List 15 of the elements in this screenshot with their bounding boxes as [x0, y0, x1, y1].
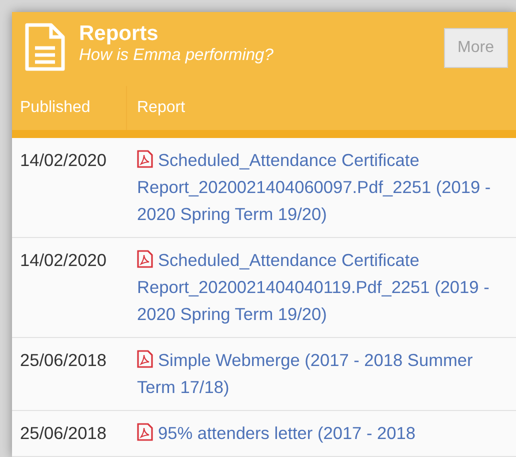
pdf-file-icon [137, 350, 153, 368]
report-link[interactable]: Scheduled_Attendance Certificate Report_2020021404040119.Pdf_2251 (2019 - 2020 Spring Term 19/20) [137, 247, 504, 328]
report-link[interactable]: 95% attenders letter (2017 - 2018 [137, 420, 416, 447]
pdf-file-icon [137, 150, 153, 168]
published-date: 14/02/2020 [19, 249, 108, 272]
panel-subtitle: How is Emma performing? [79, 46, 274, 66]
report-link[interactable]: Scheduled_Attendance Certificate Report_2020021404060097.Pdf_2251 (2019 - 2020 Spring Term 19/20) [137, 147, 504, 228]
document-icon [24, 22, 66, 72]
panel-title: Reports [79, 22, 160, 46]
report-link[interactable]: Simple Webmerge (2017 - 2018 Summer Term 17/18) [137, 347, 504, 401]
published-date: 14/02/2020 [19, 149, 108, 172]
pdf-file-icon [137, 250, 153, 268]
published-date: 25/06/2018 [19, 422, 108, 445]
pdf-file-icon [137, 423, 153, 441]
published-date: 25/06/2018 [19, 349, 108, 372]
